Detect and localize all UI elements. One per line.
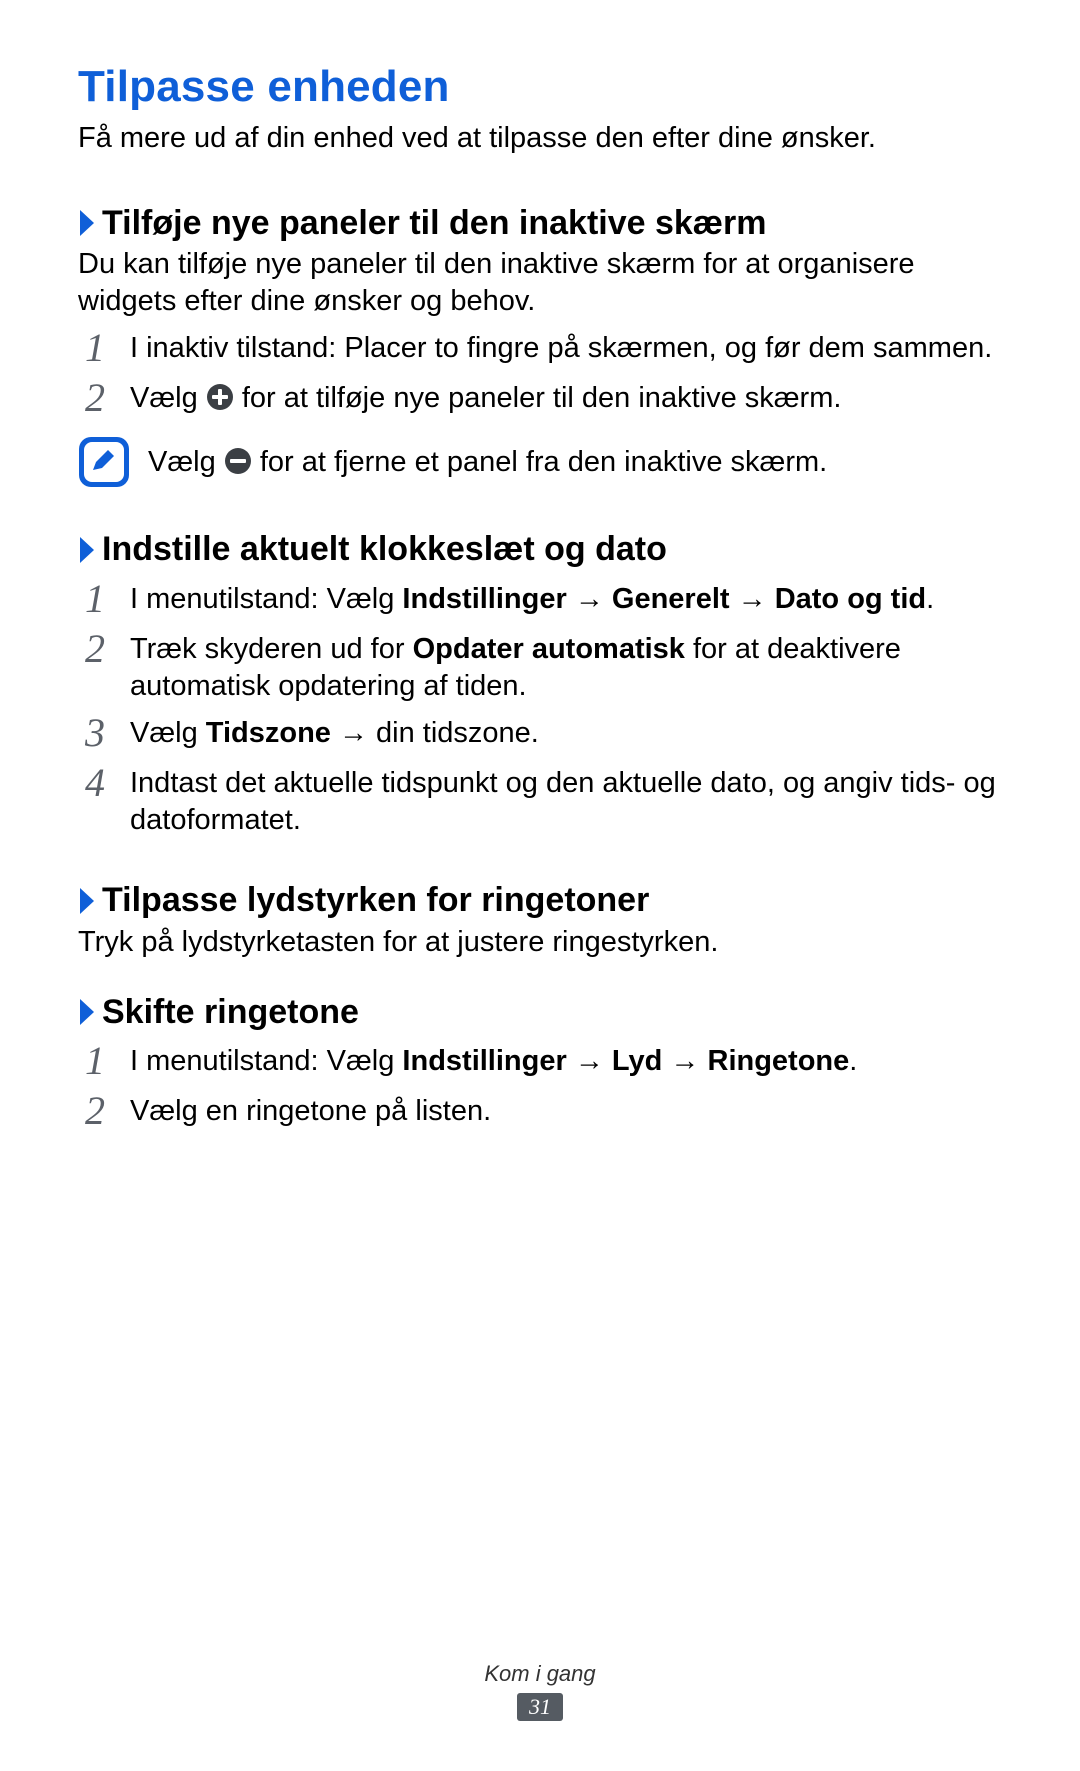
step-number: 1 — [78, 328, 112, 368]
text-part: I menutilstand: Vælg — [130, 583, 402, 615]
step-number: 1 — [78, 579, 112, 619]
text-part: → din tidszone. — [331, 717, 539, 749]
step-number: 2 — [78, 1091, 112, 1131]
bold-text: Indstillinger — [402, 583, 566, 615]
section-volume: Tilpasse lydstyrken for ringetoner Tryk … — [78, 879, 1002, 961]
plus-circle-icon — [206, 383, 234, 411]
bold-text: Ringetone — [708, 1045, 850, 1077]
section-ringtone: Skifte ringetone 1 I menutilstand: Vælg … — [78, 991, 1002, 1134]
text-part: Træk skyderen ud for — [130, 633, 413, 665]
page-number-badge: 31 — [517, 1693, 563, 1721]
step-text: Træk skyderen ud for Opdater automatisk … — [130, 631, 1002, 705]
chevron-right-icon — [78, 535, 96, 565]
text-part: Vælg — [148, 446, 224, 478]
steps-clock: 1 I menutilstand: Vælg Indstillinger → G… — [78, 581, 1002, 839]
step-text: I inaktiv tilstand: Placer to fingre på … — [130, 330, 1002, 367]
intro-text: Få mere ud af din enhed ved at tilpasse … — [78, 120, 1002, 158]
text-part: for at tilføje nye paneler til den inakt… — [242, 382, 842, 414]
step-number: 2 — [78, 629, 112, 669]
step-number: 4 — [78, 763, 112, 803]
arrow-text: → — [567, 1045, 612, 1077]
footer-section-label: Kom i gang — [0, 1661, 1080, 1687]
section-heading-volume: Tilpasse lydstyrken for ringetoner — [78, 879, 1002, 922]
bold-text: Indstillinger — [402, 1045, 566, 1077]
document-page: Tilpasse enheden Få mere ud af din enhed… — [0, 0, 1080, 1771]
step-text: I menutilstand: Vælg Indstillinger → Gen… — [130, 581, 1002, 618]
text-part: . — [926, 583, 934, 615]
heading-text: Tilføje nye paneler til den inaktive skæ… — [102, 202, 767, 245]
step-text: Vælg for at tilføje nye paneler til den … — [130, 380, 1002, 417]
step-number: 1 — [78, 1041, 112, 1081]
section-body-volume: Tryk på lydstyrketasten for at justere r… — [78, 924, 1002, 961]
steps-panels: 1 I inaktiv tilstand: Placer to fingre p… — [78, 330, 1002, 420]
text-part: Vælg — [130, 382, 206, 414]
bold-text: Opdater automatisk — [413, 633, 685, 665]
text-part: Vælg — [130, 717, 206, 749]
step-item: 2 Træk skyderen ud for Opdater automatis… — [78, 631, 1002, 705]
heading-text: Tilpasse lydstyrken for ringetoner — [102, 879, 649, 922]
heading-text: Indstille aktuelt klokkeslæt og dato — [102, 528, 667, 571]
page-title: Tilpasse enheden — [78, 62, 1002, 112]
page-footer: Kom i gang 31 — [0, 1661, 1080, 1721]
step-text: Vælg Tidszone → din tidszone. — [130, 715, 1002, 752]
step-item: 2 Vælg for at tilføje nye paneler til de… — [78, 380, 1002, 420]
step-number: 2 — [78, 378, 112, 418]
step-number: 3 — [78, 713, 112, 753]
section-heading-ringtone: Skifte ringetone — [78, 991, 1002, 1034]
section-panels: Tilføje nye paneler til den inaktive skæ… — [78, 202, 1002, 489]
step-item: 2 Vælg en ringetone på listen. — [78, 1093, 1002, 1133]
section-body-panels: Du kan tilføje nye paneler til den inakt… — [78, 246, 1002, 320]
bold-text: Lyd — [612, 1045, 662, 1077]
heading-text: Skifte ringetone — [102, 991, 359, 1034]
note-text: Vælg for at fjerne et panel fra den inak… — [148, 444, 1002, 481]
bold-text: Tidszone — [206, 717, 331, 749]
note-row: Vælg for at fjerne et panel fra den inak… — [78, 436, 1002, 488]
arrow-text: → — [662, 1045, 707, 1077]
arrow-text: → — [730, 583, 775, 615]
step-text: Indtast det aktuelle tidspunkt og den ak… — [130, 765, 1002, 839]
text-part: for at fjerne et panel fra den inaktive … — [260, 446, 827, 478]
arrow-text: → — [567, 583, 612, 615]
steps-ringtone: 1 I menutilstand: Vælg Indstillinger → L… — [78, 1043, 1002, 1133]
text-part: . — [849, 1045, 857, 1077]
bold-text: Dato og tid — [775, 583, 926, 615]
step-item: 3 Vælg Tidszone → din tidszone. — [78, 715, 1002, 755]
chevron-right-icon — [78, 997, 96, 1027]
step-item: 1 I inaktiv tilstand: Placer to fingre p… — [78, 330, 1002, 370]
bold-text: Generelt — [612, 583, 730, 615]
step-text: Vælg en ringetone på listen. — [130, 1093, 1002, 1130]
step-item: 1 I menutilstand: Vælg Indstillinger → L… — [78, 1043, 1002, 1083]
step-item: 1 I menutilstand: Vælg Indstillinger → G… — [78, 581, 1002, 621]
section-heading-panels: Tilføje nye paneler til den inaktive skæ… — [78, 202, 1002, 245]
step-text: I menutilstand: Vælg Indstillinger → Lyd… — [130, 1043, 1002, 1080]
minus-circle-icon — [224, 447, 252, 475]
text-part: I menutilstand: Vælg — [130, 1045, 402, 1077]
step-item: 4 Indtast det aktuelle tidspunkt og den … — [78, 765, 1002, 839]
note-pencil-icon — [78, 436, 130, 488]
chevron-right-icon — [78, 208, 96, 238]
section-heading-clock: Indstille aktuelt klokkeslæt og dato — [78, 528, 1002, 571]
chevron-right-icon — [78, 886, 96, 916]
section-clock: Indstille aktuelt klokkeslæt og dato 1 I… — [78, 528, 1002, 839]
